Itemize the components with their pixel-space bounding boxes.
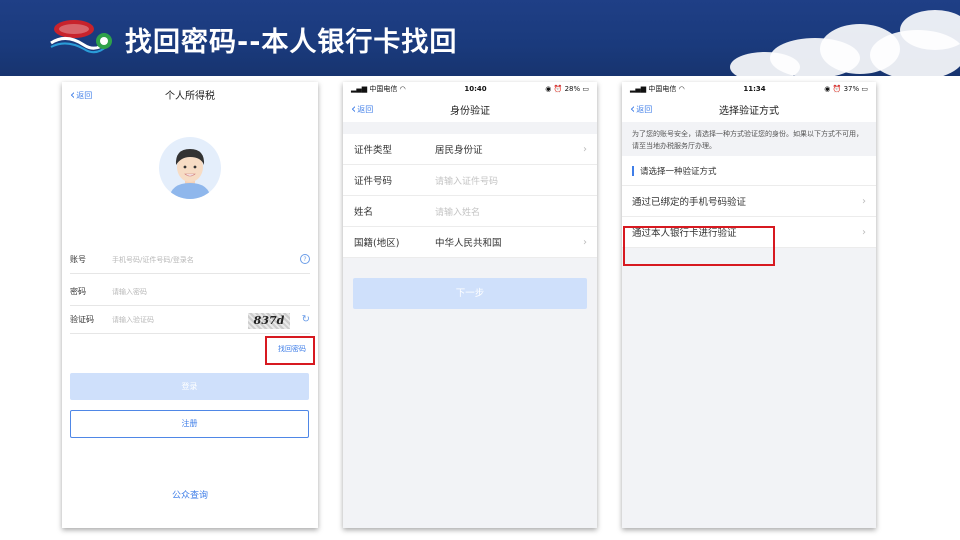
phone-login-screen: ‹ 返回 个人所得税 账号 手机号码/证件号码/登录名 ? 密码 请输入密码 验… [62, 82, 318, 528]
row-value: 居民身份证 [435, 145, 483, 156]
back-chevron-icon: ‹ [630, 101, 636, 117]
help-icon[interactable]: ? [300, 254, 310, 264]
public-query-link[interactable]: 公众查询 [62, 488, 318, 501]
id-number-row[interactable]: 证件号码 请输入证件号码 [343, 165, 597, 196]
captcha-image[interactable]: 837d [248, 313, 290, 329]
login-button[interactable]: 登录 [70, 373, 309, 400]
row-label: 证件类型 [354, 145, 393, 156]
captcha-field[interactable]: 验证码 请输入验证码 837d ↻ [70, 306, 310, 334]
next-button[interactable]: 下一步 [353, 278, 587, 309]
status-time: 11:34 [743, 85, 766, 93]
slide: 找回密码--本人银行卡找回 ‹ 返回 个人所得税 账号 手机号码/证件号码/登录… [0, 0, 960, 540]
phone-verify-method-screen: ▂▄▆ 中国电信 ◠ 11:34 ◉ ⏰ 37% ▭ ‹ 返回 选择验证方式 为… [622, 82, 876, 528]
chevron-right-icon: › [583, 236, 587, 248]
nav-title: 个人所得税 [165, 90, 215, 102]
row-label: 国籍(地区) [354, 238, 400, 249]
nav-title: 选择验证方式 [719, 105, 779, 117]
chevron-right-icon: › [862, 195, 866, 207]
refresh-icon[interactable]: ↻ [302, 314, 310, 325]
account-field[interactable]: 账号 手机号码/证件号码/登录名 ? [70, 246, 310, 274]
alarm-icon: ⏰ [553, 85, 563, 93]
battery-icon: ▭ [582, 85, 589, 93]
row-value: 中华人民共和国 [435, 238, 502, 249]
back-button[interactable]: ‹ 返回 [630, 96, 652, 122]
section-marker [632, 165, 634, 176]
name-row[interactable]: 姓名 请输入姓名 [343, 196, 597, 227]
header-banner: 找回密码--本人银行卡找回 [0, 0, 960, 76]
lock-icon: ◉ [824, 85, 831, 93]
wifi-icon: ◠ [678, 85, 685, 93]
password-label: 密码 [70, 287, 86, 296]
back-label: 返回 [76, 90, 93, 100]
back-label: 返回 [636, 104, 653, 114]
chevron-right-icon: › [862, 226, 866, 238]
register-button[interactable]: 注册 [70, 410, 309, 438]
password-field[interactable]: 密码 请输入密码 [70, 278, 310, 306]
password-placeholder: 请输入密码 [112, 287, 147, 296]
highlight-box [265, 336, 315, 365]
highlight-box [623, 226, 775, 266]
phone-identity-screen: ▂▄▆ 中国电信 ◠ 10:40 ◉ ⏰ 28% ▭ ‹ 返回 身份验证 证件类… [343, 82, 597, 528]
captcha-label: 验证码 [70, 315, 94, 324]
navbar: ‹ 返回 身份验证 [343, 96, 597, 122]
section-title-text: 请选择一种验证方式 [640, 166, 717, 177]
signal-icon: ▂▄▆ [351, 85, 368, 93]
lock-icon: ◉ [545, 85, 552, 93]
account-placeholder: 手机号码/证件号码/登录名 [112, 255, 194, 264]
status-bar: ▂▄▆ 中国电信 ◠ 11:34 ◉ ⏰ 37% ▭ [622, 82, 876, 96]
back-button[interactable]: ‹ 返回 [351, 96, 373, 122]
back-chevron-icon: ‹ [70, 87, 76, 103]
option-label: 通过已绑定的手机号码验证 [632, 197, 747, 208]
navbar: ‹ 返回 个人所得税 [62, 82, 318, 106]
back-button[interactable]: ‹ 返回 [70, 82, 92, 108]
carrier: 中国电信 [369, 85, 398, 93]
row-placeholder: 请输入证件号码 [435, 176, 499, 187]
section-title: 请选择一种验证方式 [622, 156, 876, 186]
wifi-icon: ◠ [399, 85, 406, 93]
slide-title: 找回密码--本人银行卡找回 [125, 27, 458, 58]
alarm-icon: ⏰ [832, 85, 842, 93]
carrier: 中国电信 [648, 85, 677, 93]
row-placeholder: 请输入姓名 [435, 207, 481, 218]
chevron-right-icon: › [583, 143, 587, 155]
security-tip: 为了您的账号安全，请选择一种方式验证您的身份。如果以下方式不可用，请至当地办税服… [622, 122, 876, 156]
logo [50, 20, 112, 54]
option-phone-verify[interactable]: 通过已绑定的手机号码验证 › [622, 186, 876, 217]
navbar: ‹ 返回 选择验证方式 [622, 96, 876, 122]
identity-form: 证件类型 居民身份证 › 证件号码 请输入证件号码 姓名 请输入姓名 国籍(地区… [343, 134, 597, 258]
account-label: 账号 [70, 255, 86, 264]
back-label: 返回 [357, 104, 374, 114]
nationality-row[interactable]: 国籍(地区) 中华人民共和国 › [343, 227, 597, 258]
status-bar: ▂▄▆ 中国电信 ◠ 10:40 ◉ ⏰ 28% ▭ [343, 82, 597, 96]
battery-level: 28% [564, 85, 581, 93]
nav-title: 身份验证 [450, 105, 490, 117]
battery-level: 37% [843, 85, 860, 93]
id-type-row[interactable]: 证件类型 居民身份证 › [343, 134, 597, 165]
avatar [159, 137, 221, 199]
status-time: 10:40 [464, 85, 487, 93]
signal-icon: ▂▄▆ [630, 85, 647, 93]
row-label: 证件号码 [354, 176, 393, 187]
battery-icon: ▭ [861, 85, 868, 93]
captcha-placeholder: 请输入验证码 [112, 315, 154, 324]
back-chevron-icon: ‹ [351, 101, 357, 117]
row-label: 姓名 [354, 207, 374, 218]
